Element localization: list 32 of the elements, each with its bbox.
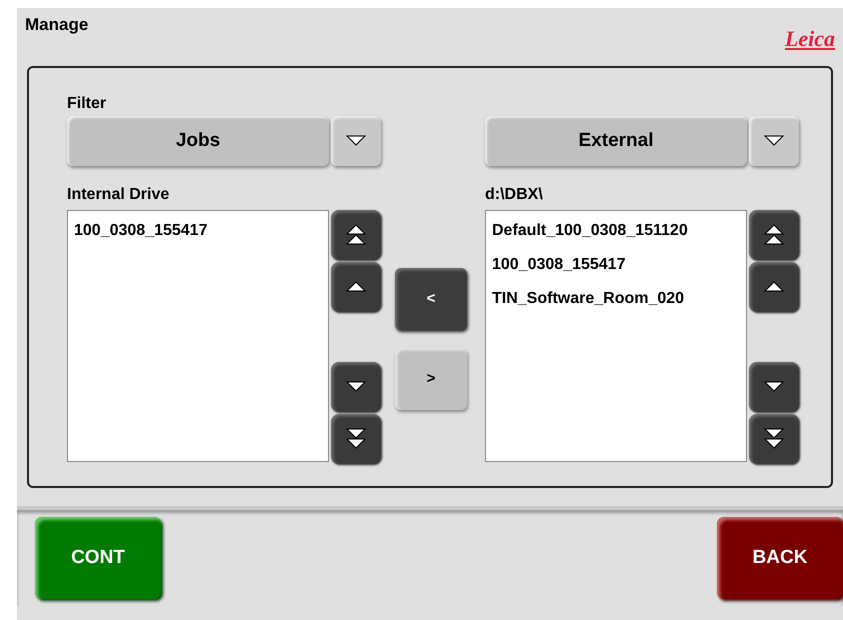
scroll-button[interactable] — [749, 210, 799, 260]
dropdown-field[interactable]: External — [485, 116, 747, 166]
scroll-button[interactable] — [749, 362, 799, 412]
double-up-arrow-icon — [344, 223, 368, 247]
up-arrow-icon — [344, 280, 368, 294]
scroll-button[interactable] — [331, 210, 381, 260]
transfer-button[interactable]: < — [395, 268, 467, 330]
scroll-button[interactable] — [331, 362, 381, 412]
scroll-button[interactable] — [331, 414, 381, 464]
page-title: Manage — [25, 14, 88, 36]
list-item[interactable]: 100_0308_155417 — [492, 255, 746, 275]
scroll-button[interactable] — [331, 262, 381, 312]
continue-button[interactable]: CONT — [35, 517, 161, 599]
caret-down-icon — [762, 134, 786, 148]
list-label: d:\DBX\ — [485, 185, 544, 205]
list-item[interactable]: Default_100_0308_151120 — [492, 221, 746, 241]
list-item[interactable]: TIN_Software_Room_020 — [492, 289, 746, 309]
double-down-arrow-icon — [344, 427, 368, 451]
double-down-arrow-icon — [762, 427, 786, 451]
double-up-arrow-icon — [762, 223, 786, 247]
back-button[interactable]: BACK — [717, 517, 843, 599]
scroll-button[interactable] — [749, 262, 799, 312]
scroll-button[interactable] — [749, 414, 799, 464]
list-label: Internal Drive — [67, 185, 170, 205]
dropdown-field[interactable]: Jobs — [67, 116, 329, 166]
brand-logo: Leica — [784, 25, 835, 53]
down-arrow-icon — [762, 380, 786, 394]
up-arrow-icon — [762, 280, 786, 294]
down-arrow-icon — [344, 380, 368, 394]
list-item[interactable]: 100_0308_155417 — [74, 221, 328, 241]
filter-label: Filter — [67, 94, 108, 114]
caret-down-icon — [344, 134, 368, 148]
